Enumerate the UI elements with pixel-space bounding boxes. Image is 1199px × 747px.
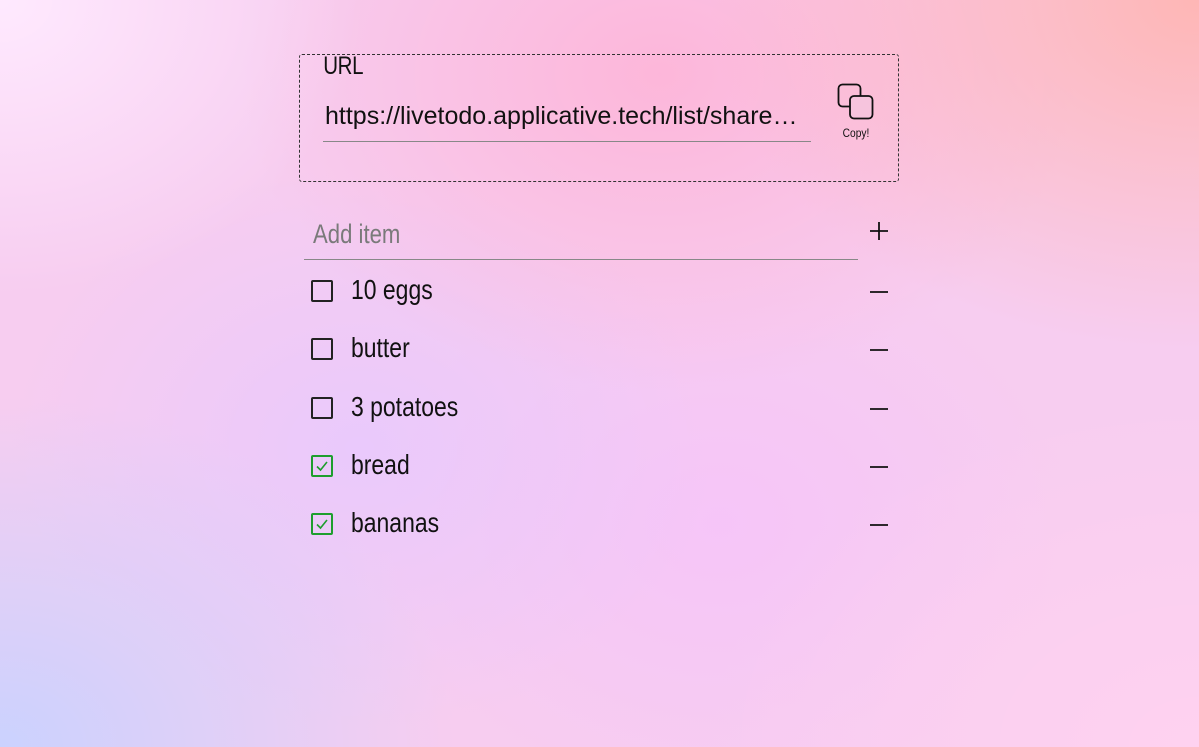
plus-icon[interactable] <box>867 219 891 243</box>
url-text[interactable]: https://livetodo.applicative.tech/list/s… <box>325 101 801 131</box>
item-label: bananas <box>351 507 440 539</box>
add-item-field[interactable] <box>304 207 858 260</box>
checkmark-icon <box>316 519 328 530</box>
minus-icon[interactable] <box>868 514 890 536</box>
todo-app: URL https://livetodo.applicative.tech/li… <box>299 52 899 560</box>
copy-label: Copy! <box>842 126 870 140</box>
checkmark-icon <box>316 461 328 472</box>
item-label: bread <box>351 448 410 480</box>
item-checkbox[interactable] <box>311 338 333 361</box>
minus-icon[interactable] <box>868 456 890 478</box>
item-checkbox-checked[interactable] <box>311 513 333 536</box>
url-field[interactable]: https://livetodo.applicative.tech/list/s… <box>323 93 811 142</box>
list-item: 3 potatoes <box>299 386 899 444</box>
copy-button[interactable]: Copy! <box>830 83 882 143</box>
url-legend: URL <box>323 52 364 80</box>
list-item: 10 eggs <box>299 269 899 327</box>
add-item-input[interactable] <box>313 217 740 251</box>
url-section: URL https://livetodo.applicative.tech/li… <box>299 52 899 182</box>
item-label: 10 eggs <box>351 274 433 305</box>
list-item: butter <box>299 327 899 385</box>
item-checkbox-checked[interactable] <box>311 454 333 477</box>
minus-icon[interactable] <box>868 398 890 420</box>
add-item-row <box>299 207 899 267</box>
copy-icon <box>837 83 874 120</box>
list-item: bananas <box>299 502 899 560</box>
todo-list: 10 eggs butter 3 potatoes bread bananas <box>299 269 899 560</box>
item-label: butter <box>351 332 410 364</box>
item-label: 3 potatoes <box>351 390 459 422</box>
item-checkbox[interactable] <box>311 396 333 419</box>
list-item: bread <box>299 444 899 502</box>
minus-icon[interactable] <box>868 339 890 361</box>
minus-icon[interactable] <box>868 281 890 303</box>
item-checkbox[interactable] <box>311 280 333 302</box>
